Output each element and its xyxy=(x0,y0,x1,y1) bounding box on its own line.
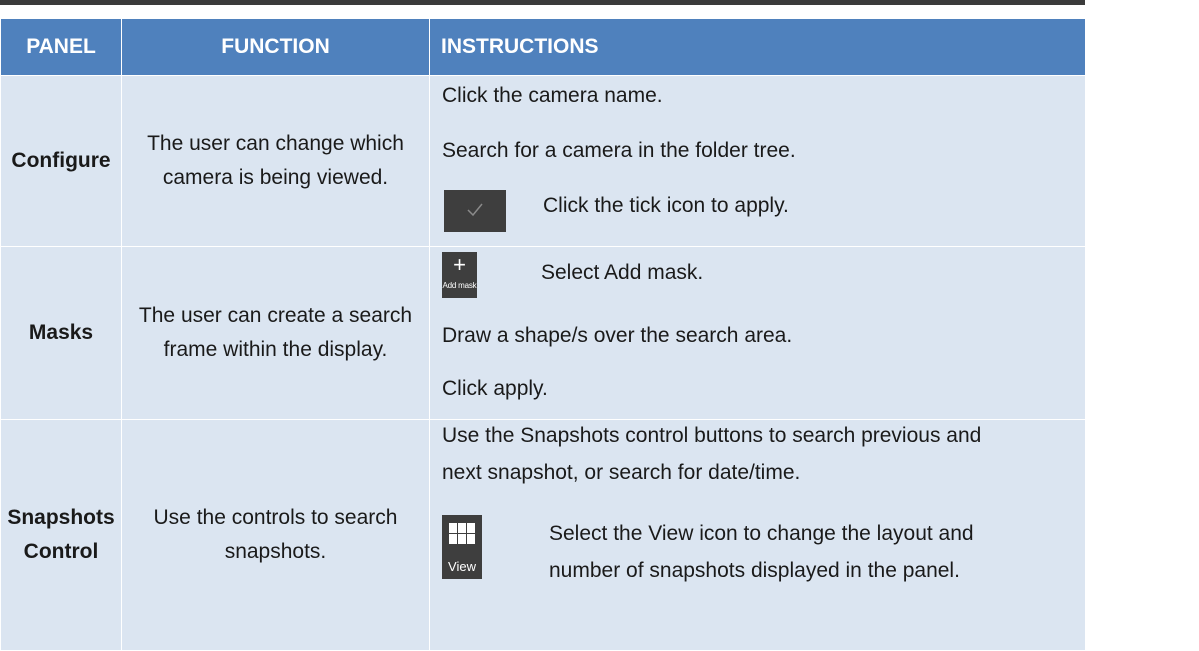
instruction-line: Draw a shape/s over the search area. xyxy=(442,324,793,347)
view-button: View xyxy=(442,515,482,579)
instruction-line: Select the View icon to change the layou… xyxy=(549,522,974,545)
apply-tick-button xyxy=(444,190,506,232)
header-instructions: INSTRUCTIONS xyxy=(429,18,1086,76)
add-mask-button: + Add mask xyxy=(442,252,477,298)
table-row: Configure The user can change which came… xyxy=(0,75,1086,247)
panel-cell-configure: Configure xyxy=(0,75,122,247)
tick-icon xyxy=(467,203,483,217)
instruction-line: Click apply. xyxy=(442,377,548,400)
instruction-line: Click the camera name. xyxy=(442,84,663,107)
function-cell-masks: The user can create a search frame withi… xyxy=(121,246,430,420)
instruction-line: Select Add mask. xyxy=(541,261,704,284)
view-label: View xyxy=(448,559,476,574)
panel-label-line2: Control xyxy=(23,540,99,563)
panel-cell-snapshots-control: Snapshots Control xyxy=(0,419,122,651)
add-mask-label: Add mask xyxy=(442,281,477,290)
instruction-line: next snapshot, or search for date/time. xyxy=(442,461,801,484)
function-cell-configure: The user can change which camera is bein… xyxy=(121,75,430,247)
top-rule xyxy=(0,0,1085,5)
instruction-line: number of snapshots displayed in the pan… xyxy=(549,559,960,582)
instruction-line: Search for a camera in the folder tree. xyxy=(442,139,796,162)
table-row: Masks The user can create a search frame… xyxy=(0,246,1086,420)
header-panel: PANEL xyxy=(0,18,122,76)
table-row: Snapshots Control Use the controls to se… xyxy=(0,419,1086,651)
header-row: PANEL FUNCTION INSTRUCTIONS xyxy=(0,18,1086,76)
header-function: FUNCTION xyxy=(121,18,430,76)
function-cell-snapshots-control: Use the controls to search snapshots. xyxy=(121,419,430,651)
instruction-line: Click the tick icon to apply. xyxy=(543,194,789,217)
grid-icon xyxy=(449,523,475,544)
instructions-cell-masks: + Add mask Select Add mask. Draw a shape… xyxy=(429,246,1086,420)
plus-icon: + xyxy=(453,252,466,277)
panel-cell-masks: Masks xyxy=(0,246,122,420)
instructions-cell-snapshots-control: Use the Snapshots control buttons to sea… xyxy=(429,419,1086,651)
instructions-cell-configure: Click the camera name. Search for a came… xyxy=(429,75,1086,247)
instructions-table: PANEL FUNCTION INSTRUCTIONS Configure Th… xyxy=(0,18,1086,651)
instruction-line: Use the Snapshots control buttons to sea… xyxy=(442,424,982,447)
panel-label-line1: Snapshots xyxy=(7,506,115,529)
